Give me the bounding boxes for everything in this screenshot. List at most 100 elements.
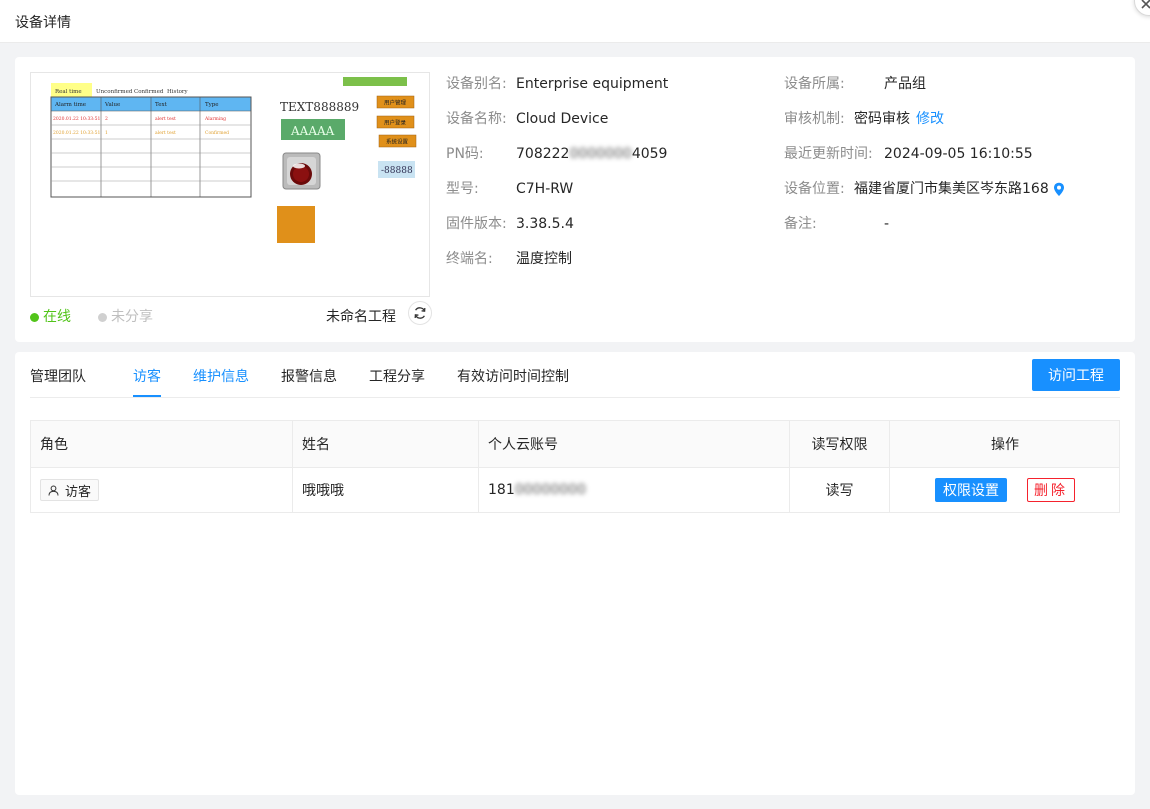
refresh-button[interactable] <box>408 301 432 325</box>
hmi-preview-graphic: Real time Unconfirmed Confirmed History … <box>50 77 417 243</box>
role-tag: 访客 <box>40 479 100 501</box>
info-value: Cloud Device <box>516 111 609 127</box>
unshared-dot-icon <box>98 312 107 322</box>
preview-cell: 2020.01.22 10:33:51 <box>53 116 101 122</box>
info-value: 温度控制 <box>516 251 572 267</box>
edit-audit-link[interactable]: 修改 <box>916 111 944 127</box>
online-label: 在线 <box>43 309 71 325</box>
tab-management-team[interactable]: 管理团队 <box>30 366 86 386</box>
info-row-firmware: 固件版本: 3.38.5.4 <box>446 212 776 247</box>
masked-value: 0000000 <box>569 146 632 162</box>
info-label: 设备所属: <box>784 76 845 92</box>
info-value: 3.38.5.4 <box>516 216 574 232</box>
info-row-owner: 设备所属: 产品组 <box>784 72 1124 107</box>
info-value: 产品组 <box>884 76 926 92</box>
tab-maintenance[interactable]: 维护信息 <box>193 366 249 386</box>
info-label: 审核机制: <box>784 111 845 127</box>
preview-number-display: -88888 <box>381 166 413 176</box>
preview-cell: 2020.01.22 10:33:51 <box>53 130 101 136</box>
info-value: 密码审核 <box>854 111 910 127</box>
location-pin-icon[interactable] <box>1053 182 1065 197</box>
preview-col-text: Text <box>155 102 168 108</box>
dialog-title: 设备详情 <box>15 15 71 31</box>
info-row-terminal: 终端名: 温度控制 <box>446 247 776 282</box>
preview-col-alarm-time: Alarm time <box>54 102 86 108</box>
preview-text-label: TEXT888889 <box>280 100 359 114</box>
tab-project-share[interactable]: 工程分享 <box>369 366 425 386</box>
close-icon <box>1141 0 1150 9</box>
visit-project-button[interactable]: 访问工程 <box>1032 359 1120 391</box>
role-label: 访客 <box>65 484 92 500</box>
table-header: 角色 姓名 个人云账号 读写权限 操作 <box>31 421 1119 468</box>
name-cell: 哦哦哦 <box>293 468 479 512</box>
active-tab-indicator <box>133 395 161 397</box>
device-info-right: 设备所属: 产品组 审核机制: 密码审核 修改 最近更新时间: 2024-09-0… <box>784 72 1124 247</box>
info-label: 设备别名: <box>446 76 507 92</box>
preview-cell: alert test <box>155 130 176 136</box>
project-preview[interactable]: Real time Unconfirmed Confirmed History … <box>30 72 430 297</box>
preview-cell: 2 <box>105 116 108 122</box>
account-cell: 181 00000000 <box>479 468 790 512</box>
info-row-alias: 设备别名: Enterprise equipment <box>446 72 776 107</box>
info-row-pn: PN码: 70822200000004059 <box>446 142 776 177</box>
info-row-audit: 审核机制: 密码审核 修改 <box>784 107 1124 142</box>
info-label: 最近更新时间: <box>784 146 873 162</box>
info-row-name: 设备名称: Cloud Device <box>446 107 776 142</box>
info-value: 福建省厦门市集美区岑东路168 <box>854 181 1049 197</box>
role-cell: 访客 <box>31 468 293 512</box>
device-summary-card: Real time Unconfirmed Confirmed History … <box>15 57 1135 342</box>
refresh-icon <box>414 307 426 319</box>
tab-access-time-control[interactable]: 有效访问时间控制 <box>457 366 569 386</box>
preview-tab-confirmed: Confirmed <box>134 89 164 95</box>
column-header-role: 角色 <box>31 421 293 467</box>
device-detail-tabs-card: 管理团队 访客 维护信息 报警信息 工程分享 有效访问时间控制 访问工程 角色 … <box>15 352 1135 795</box>
table-row: 访客 哦哦哦 181 00000000 读写 权限设置 删除 <box>31 468 1119 512</box>
info-row-model: 型号: C7H-RW <box>446 177 776 212</box>
preview-tab-history: History <box>167 89 189 95</box>
share-label: 未分享 <box>111 309 153 325</box>
preview-col-value: Value <box>104 102 120 108</box>
preview-cell: 1 <box>105 130 108 136</box>
info-value: Enterprise equipment <box>516 76 669 92</box>
share-status: 未分享 <box>98 306 153 326</box>
info-value: C7H-RW <box>516 181 574 197</box>
device-status-row: 在线 未分享 未命名工程 <box>30 301 432 326</box>
info-value: - <box>884 216 890 232</box>
visitors-table: 角色 姓名 个人云账号 读写权限 操作 访客 哦哦哦 181 00000000 读… <box>30 420 1120 513</box>
info-row-remark: 备注: - <box>784 212 1124 247</box>
info-label: 终端名: <box>446 251 493 267</box>
preview-col-type: Type <box>205 102 219 108</box>
device-info-left: 设备别名: Enterprise equipment 设备名称: Cloud D… <box>446 72 776 282</box>
actions-cell: 权限设置 删除 <box>890 468 1120 512</box>
info-label: 设备名称: <box>446 111 507 127</box>
preview-cell: Alarming <box>204 116 226 122</box>
online-status: 在线 <box>30 306 71 326</box>
column-header-actions: 操作 <box>991 437 1019 453</box>
info-label: 型号: <box>446 181 479 197</box>
preview-cell: Confirmed <box>205 130 229 136</box>
preview-tab-realtime: Real time <box>55 89 82 95</box>
preview-tab-unconfirmed: Unconfirmed <box>96 89 133 95</box>
info-value: 2024-09-05 16:10:55 <box>884 146 1033 162</box>
project-name: 未命名工程 <box>326 309 396 325</box>
online-dot-icon <box>30 312 39 322</box>
info-label: PN码: <box>446 146 484 162</box>
info-label: 备注: <box>784 216 817 232</box>
masked-account: 00000000 <box>514 482 586 498</box>
preview-side-button: 系统设置 <box>386 138 409 146</box>
info-label: 固件版本: <box>446 216 507 232</box>
column-header-name: 姓名 <box>293 421 479 467</box>
info-row-location: 设备位置: 福建省厦门市集美区岑东路168 <box>784 177 1124 212</box>
user-icon <box>48 485 59 496</box>
info-row-updated: 最近更新时间: 2024-09-05 16:10:55 <box>784 142 1124 177</box>
column-header-account: 个人云账号 <box>479 421 790 467</box>
permission-settings-button[interactable]: 权限设置 <box>935 478 1007 502</box>
preview-green-text: AAAAA <box>290 124 335 138</box>
column-header-permission: 读写权限 <box>790 421 890 467</box>
info-label: 设备位置: <box>784 181 845 197</box>
tab-alarms[interactable]: 报警信息 <box>281 366 337 386</box>
dialog-header: 设备详情 <box>0 0 1150 43</box>
delete-button[interactable]: 删除 <box>1027 478 1075 502</box>
tab-visitors[interactable]: 访客 <box>133 366 161 386</box>
preview-side-button: 用户管理 <box>384 99 407 107</box>
